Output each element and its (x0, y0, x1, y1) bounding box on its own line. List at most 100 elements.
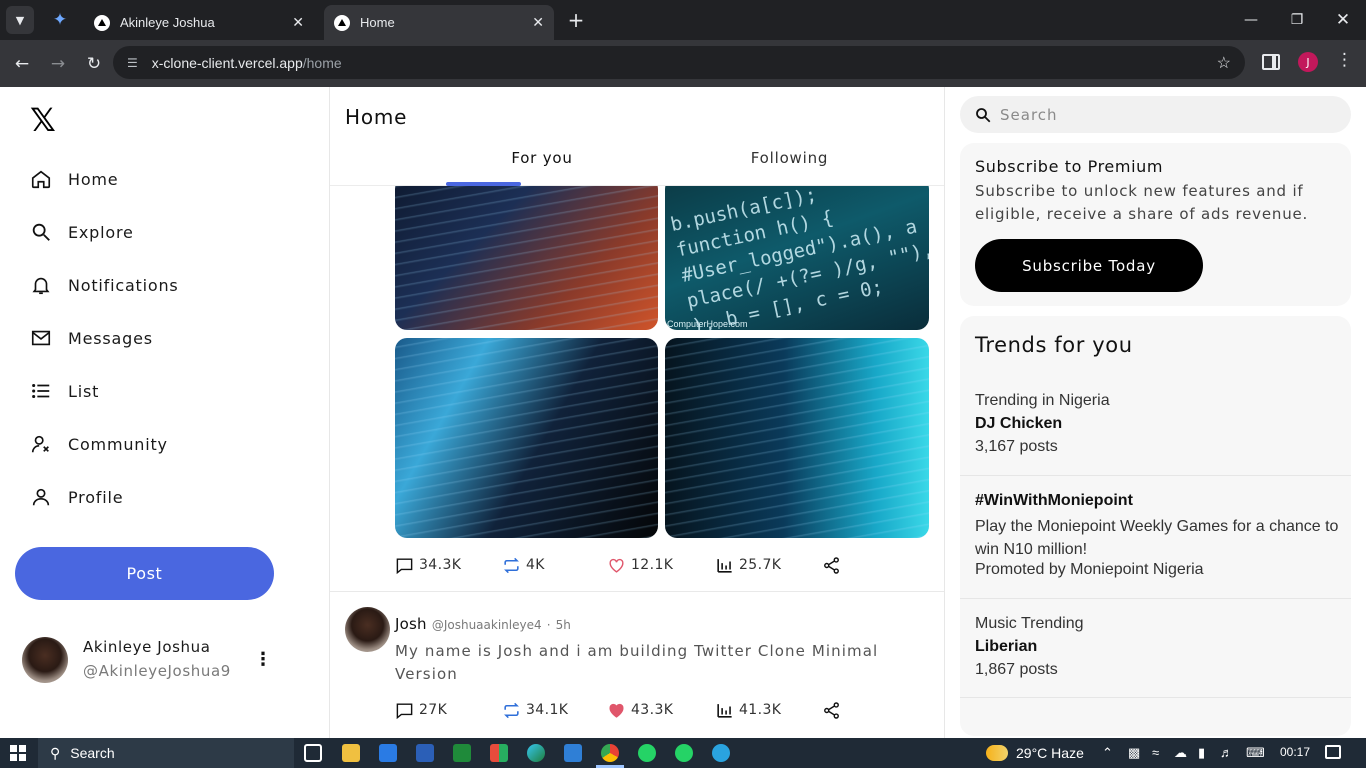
bookmark-star-icon[interactable]: ☆ (1217, 53, 1231, 73)
notification-center-icon[interactable] (1325, 745, 1341, 759)
sidebar-item-profile[interactable]: Profile (30, 481, 123, 513)
x-logo[interactable]: 𝕏 (30, 101, 56, 139)
new-tab-icon[interactable]: + (564, 8, 588, 32)
comment-button[interactable]: 27K (395, 698, 447, 722)
post-username[interactable]: @Joshuaakinleye4 (432, 618, 542, 632)
whatsapp-business-icon[interactable] (675, 744, 693, 762)
browser-tab-active[interactable]: Home ✕ (324, 5, 554, 40)
sidebar-item-label: Community (68, 434, 168, 454)
wifi-icon[interactable]: ≈ (1152, 745, 1159, 760)
word-icon[interactable] (416, 744, 434, 762)
trend-promoted: Promoted by Moniepoint Nigeria (975, 561, 1204, 578)
like-button[interactable]: 12.1K (607, 553, 673, 577)
file-explorer-icon[interactable] (342, 744, 360, 762)
trend-description: Play the Moniepoint Weekly Games for a c… (975, 518, 1339, 558)
tab-search-dropdown-icon[interactable]: ▼ (6, 6, 34, 34)
edge-icon[interactable] (527, 744, 545, 762)
telegram-icon[interactable] (712, 744, 730, 762)
meet-now-icon[interactable]: ▩ (1128, 745, 1140, 761)
clock[interactable]: 00:17 (1280, 745, 1310, 759)
chrome-icon[interactable] (601, 744, 619, 762)
fbs-app-icon[interactable] (453, 744, 471, 762)
window-close-icon[interactable]: ✕ (1320, 0, 1366, 40)
comment-icon (396, 557, 413, 574)
trend-item[interactable]: Trending in Nigeria DJ Chicken 3,167 pos… (960, 382, 1351, 476)
sidebar-item-list[interactable]: List (30, 375, 99, 407)
trend-item[interactable]: Music Trending Liberian 1,867 posts (960, 599, 1351, 698)
reload-icon[interactable]: ↻ (80, 50, 108, 78)
post-image[interactable] (395, 177, 658, 330)
post-image[interactable] (395, 338, 658, 538)
comment-icon (396, 702, 413, 719)
weather-widget[interactable]: 29°C Haze (986, 745, 1084, 761)
browser-tab[interactable]: Akinleye Joshua ✕ (84, 5, 314, 40)
sidebar-item-notifications[interactable]: Notifications (30, 269, 179, 301)
vscode-icon[interactable] (564, 744, 582, 762)
close-icon[interactable]: ✕ (532, 15, 544, 31)
task-view-icon[interactable] (304, 744, 322, 762)
sidebar-item-messages[interactable]: Messages (30, 322, 153, 354)
os-taskbar: ⚲ Search 29°C Haze ⌃ ▩ ≈ ☁ ▮ ♬ ⌨ 00:17 (0, 738, 1366, 768)
whatsapp-icon[interactable] (638, 744, 656, 762)
trend-count: 1,867 posts (975, 661, 1058, 678)
share-icon (824, 701, 839, 719)
views-button[interactable]: 41.3K (715, 698, 781, 722)
cloud-icon[interactable]: ☁ (1174, 745, 1187, 761)
views-icon (717, 558, 732, 573)
volume-icon[interactable]: ♬ (1220, 745, 1233, 760)
profile-avatar[interactable]: J (1298, 52, 1318, 72)
trends-title: Trends for you (975, 333, 1133, 357)
share-button[interactable] (822, 698, 846, 722)
sidebar-item-label: Home (68, 169, 119, 189)
back-icon[interactable]: ← (8, 50, 36, 78)
post-text: My name is Josh and i am building Twitte… (395, 642, 879, 683)
battery-icon[interactable]: ▮ (1198, 745, 1205, 761)
search-box[interactable] (960, 96, 1351, 133)
subscribe-button[interactable]: Subscribe Today (975, 239, 1203, 292)
comment-button[interactable]: 34.3K (395, 553, 461, 577)
post-button[interactable]: Post (15, 547, 274, 600)
keyboard-icon[interactable]: ⌨ (1246, 745, 1265, 761)
search-input[interactable] (1000, 105, 1330, 124)
trend-context: Music Trending (975, 615, 1084, 632)
retweet-button[interactable]: 34.1K (502, 698, 568, 722)
windows-start-icon[interactable] (10, 745, 26, 761)
views-icon (717, 703, 732, 718)
tab-for-you[interactable]: For you (446, 149, 638, 167)
bell-icon (30, 274, 52, 296)
side-panel-icon[interactable] (1262, 54, 1280, 70)
chevron-up-icon[interactable]: ⌃ (1102, 745, 1113, 761)
site-info-icon[interactable]: ☰ (127, 56, 138, 70)
post-meta: Josh @Joshuaakinleye4 · 5h (395, 614, 571, 633)
post-image[interactable] (665, 338, 929, 538)
restore-icon[interactable]: ❐ (1274, 0, 1320, 40)
forward-icon[interactable]: → (44, 50, 72, 78)
minimize-icon[interactable]: — (1228, 0, 1274, 40)
sidebar-item-community[interactable]: Community (30, 428, 168, 460)
list-icon (30, 380, 52, 402)
gemini-icon[interactable]: ✦ (48, 8, 72, 32)
avatar[interactable] (345, 607, 390, 652)
tab-following[interactable]: Following (688, 149, 891, 167)
retweet-button[interactable]: 4K (502, 553, 545, 577)
browser-menu-icon[interactable]: ⋮ (1336, 50, 1353, 70)
account-name: Akinleye Joshua (83, 638, 211, 656)
sidebar-item-home[interactable]: Home (30, 163, 118, 195)
more-options-icon[interactable]: ⋮ (254, 649, 272, 670)
trend-item[interactable]: #WinWithMoniepoint Play the Moniepoint W… (960, 476, 1351, 599)
mail-app-icon[interactable] (379, 744, 397, 762)
post-image[interactable]: b.push(a[c]); function h() { #User_logge… (665, 177, 929, 330)
views-count: 41.3K (739, 702, 782, 718)
taskbar-search[interactable]: ⚲ Search (38, 738, 294, 768)
account-switcher[interactable]: Akinleye Joshua @AkinleyeJoshua9 ⋮ (22, 637, 292, 685)
like-button[interactable]: 43.3K (607, 698, 673, 722)
close-icon[interactable]: ✕ (292, 15, 304, 31)
views-button[interactable]: 25.7K (715, 553, 781, 577)
store-icon[interactable] (490, 744, 508, 762)
post-author[interactable]: Josh (395, 615, 427, 633)
home-icon (30, 168, 52, 190)
share-button[interactable] (822, 553, 846, 577)
sidebar-item-explore[interactable]: Explore (30, 216, 134, 248)
post-image-code: b.push(a[c]); function h() { #User_logge… (668, 183, 929, 330)
url-bar[interactable]: ☰ x-clone-client.vercel.app/home ☆ (113, 46, 1245, 79)
